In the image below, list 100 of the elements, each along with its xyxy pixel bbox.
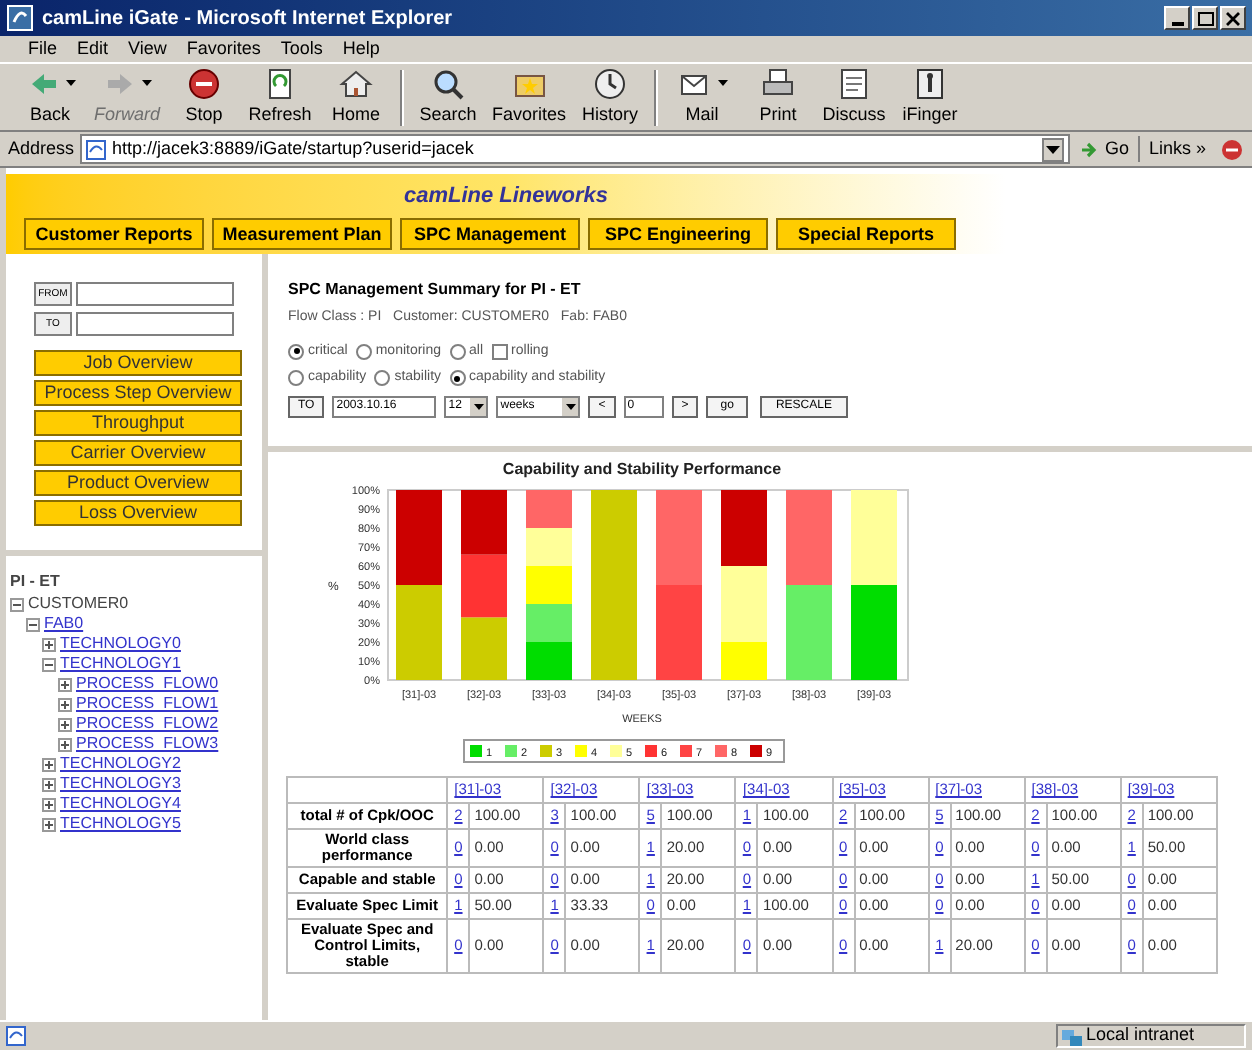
clock-icon — [592, 65, 629, 102]
minimize-button[interactable] — [1164, 6, 1190, 30]
toolbar-button[interactable]: Stop — [166, 65, 243, 129]
tree-node[interactable]: TECHNOLOGY2 — [60, 754, 181, 774]
bar-segment — [526, 642, 572, 680]
tree-node[interactable]: TECHNOLOGY5 — [60, 814, 181, 834]
bar-segment — [461, 617, 507, 680]
radio-button[interactable] — [288, 343, 304, 360]
radio-button[interactable] — [449, 343, 466, 360]
toolbar-icon — [1220, 137, 1244, 161]
toolbar-button[interactable]: History — [572, 65, 649, 129]
date-input-field[interactable] — [75, 312, 234, 336]
tree-node[interactable]: PROCESS_FLOW0 — [76, 674, 219, 694]
dropdown-arrow-icon — [717, 79, 728, 88]
tree-node[interactable]: CUSTOMER0 — [28, 594, 129, 614]
caret-icon — [565, 403, 576, 409]
radio-button[interactable] — [449, 370, 466, 387]
links-button[interactable]: Links » — [1138, 135, 1214, 163]
menu-item[interactable]: Help — [342, 35, 380, 63]
app-icon — [6, 4, 34, 32]
tree-node[interactable]: TECHNOLOGY0 — [60, 634, 181, 654]
bar-segment — [721, 490, 767, 566]
page-icon — [6, 1026, 26, 1046]
checkbox[interactable] — [491, 343, 508, 360]
toolbar-button[interactable]: Search — [410, 65, 487, 129]
tree-node[interactable]: PROCESS_FLOW1 — [76, 694, 219, 714]
minimize-icon — [1171, 21, 1183, 25]
nav-tab[interactable]: SPC Management — [400, 218, 580, 250]
radio-button[interactable] — [374, 370, 391, 387]
bar-segment — [656, 585, 702, 680]
dropdown-button[interactable] — [1042, 137, 1065, 161]
maximize-button[interactable] — [1192, 6, 1218, 30]
overview-button[interactable]: Throughput — [34, 410, 242, 436]
bar-segment — [526, 490, 572, 528]
brand-title: camLine Lineworks — [403, 184, 609, 208]
address-field[interactable]: http://jacek3:8889/iGate/startup?userid=jacek — [80, 134, 1071, 164]
overview-button[interactable]: Loss Overview — [34, 500, 242, 526]
bar-segment — [396, 585, 442, 680]
chart-title: Capability and Stability Performance — [502, 460, 782, 478]
bar-segment — [461, 490, 507, 555]
menu-item[interactable]: View — [128, 35, 167, 63]
bar-segment — [526, 604, 572, 642]
caret-icon — [1046, 145, 1061, 153]
bar-segment — [461, 554, 507, 618]
tree-node[interactable]: TECHNOLOGY4 — [60, 794, 181, 814]
toolbar-button[interactable]: Favorites — [486, 65, 573, 129]
nav-tab[interactable]: Measurement Plan — [212, 218, 392, 250]
overview-button[interactable]: Process Step Overview — [34, 380, 242, 406]
toolbar-button[interactable]: Home — [318, 65, 395, 129]
toolbar-button[interactable]: Refresh — [242, 65, 319, 129]
toolbar-button[interactable]: iFinger — [892, 65, 969, 129]
search-icon — [430, 65, 467, 102]
date-input-field[interactable] — [75, 282, 234, 306]
radio-button[interactable] — [288, 370, 304, 387]
maximize-icon — [1197, 11, 1213, 25]
dropdown-arrow-icon — [65, 79, 75, 88]
menu-item[interactable]: Favorites — [186, 35, 261, 63]
toolbar-button[interactable]: Back — [12, 65, 88, 129]
stop-icon — [186, 65, 223, 102]
arrow-icon — [1080, 139, 1101, 159]
summary-title: SPC Management Summary for PI - ET — [288, 278, 583, 302]
tree-node[interactable]: PROCESS_FLOW3 — [76, 734, 219, 754]
menu-item[interactable]: File — [28, 35, 58, 63]
nav-tab[interactable]: Customer Reports — [24, 218, 204, 250]
toolbar-button[interactable]: Discuss — [816, 65, 893, 129]
close-icon — [1226, 11, 1240, 25]
bar-segment — [656, 490, 702, 585]
bar-segment — [851, 585, 897, 680]
go-button[interactable]: Go — [1076, 135, 1133, 163]
bar-segment — [786, 490, 832, 585]
address-label: Address — [8, 135, 75, 162]
bar-segment — [526, 528, 572, 566]
tree-node[interactable]: FAB0 — [44, 614, 84, 634]
toolbar-button[interactable]: Print — [740, 65, 817, 129]
radio-button[interactable] — [355, 343, 372, 360]
tree-node[interactable]: TECHNOLOGY3 — [60, 774, 181, 794]
dropdown-arrow-icon — [142, 79, 152, 88]
network-icon — [1062, 1027, 1082, 1045]
bar-segment — [396, 490, 442, 585]
nav-tab[interactable]: SPC Engineering — [588, 218, 768, 250]
menu-item[interactable]: Edit — [77, 35, 109, 63]
house-icon — [338, 65, 375, 102]
tree-node[interactable]: PROCESS_FLOW2 — [76, 714, 219, 734]
overview-button[interactable]: Carrier Overview — [34, 440, 242, 466]
bar-segment — [526, 566, 572, 604]
close-button[interactable] — [1220, 6, 1246, 30]
caret-icon — [473, 403, 484, 409]
overview-button[interactable]: Product Overview — [34, 470, 242, 496]
nav-tab[interactable]: Special Reports — [776, 218, 956, 250]
overview-button[interactable]: Job Overview — [34, 350, 242, 376]
zone-label: Local intranet — [1086, 1022, 1195, 1049]
bar-segment — [851, 490, 897, 585]
toolbar-button[interactable]: Mail — [664, 65, 741, 129]
page-icon — [86, 139, 107, 159]
tree-node[interactable]: TECHNOLOGY1 — [60, 654, 181, 674]
window-title: camLine iGate - Microsoft Internet Explorer — [42, 5, 453, 33]
document-icon — [836, 65, 873, 102]
bar-segment — [786, 585, 832, 680]
tree-title: PI - ET — [10, 572, 62, 592]
menu-item[interactable]: Tools — [280, 35, 323, 63]
